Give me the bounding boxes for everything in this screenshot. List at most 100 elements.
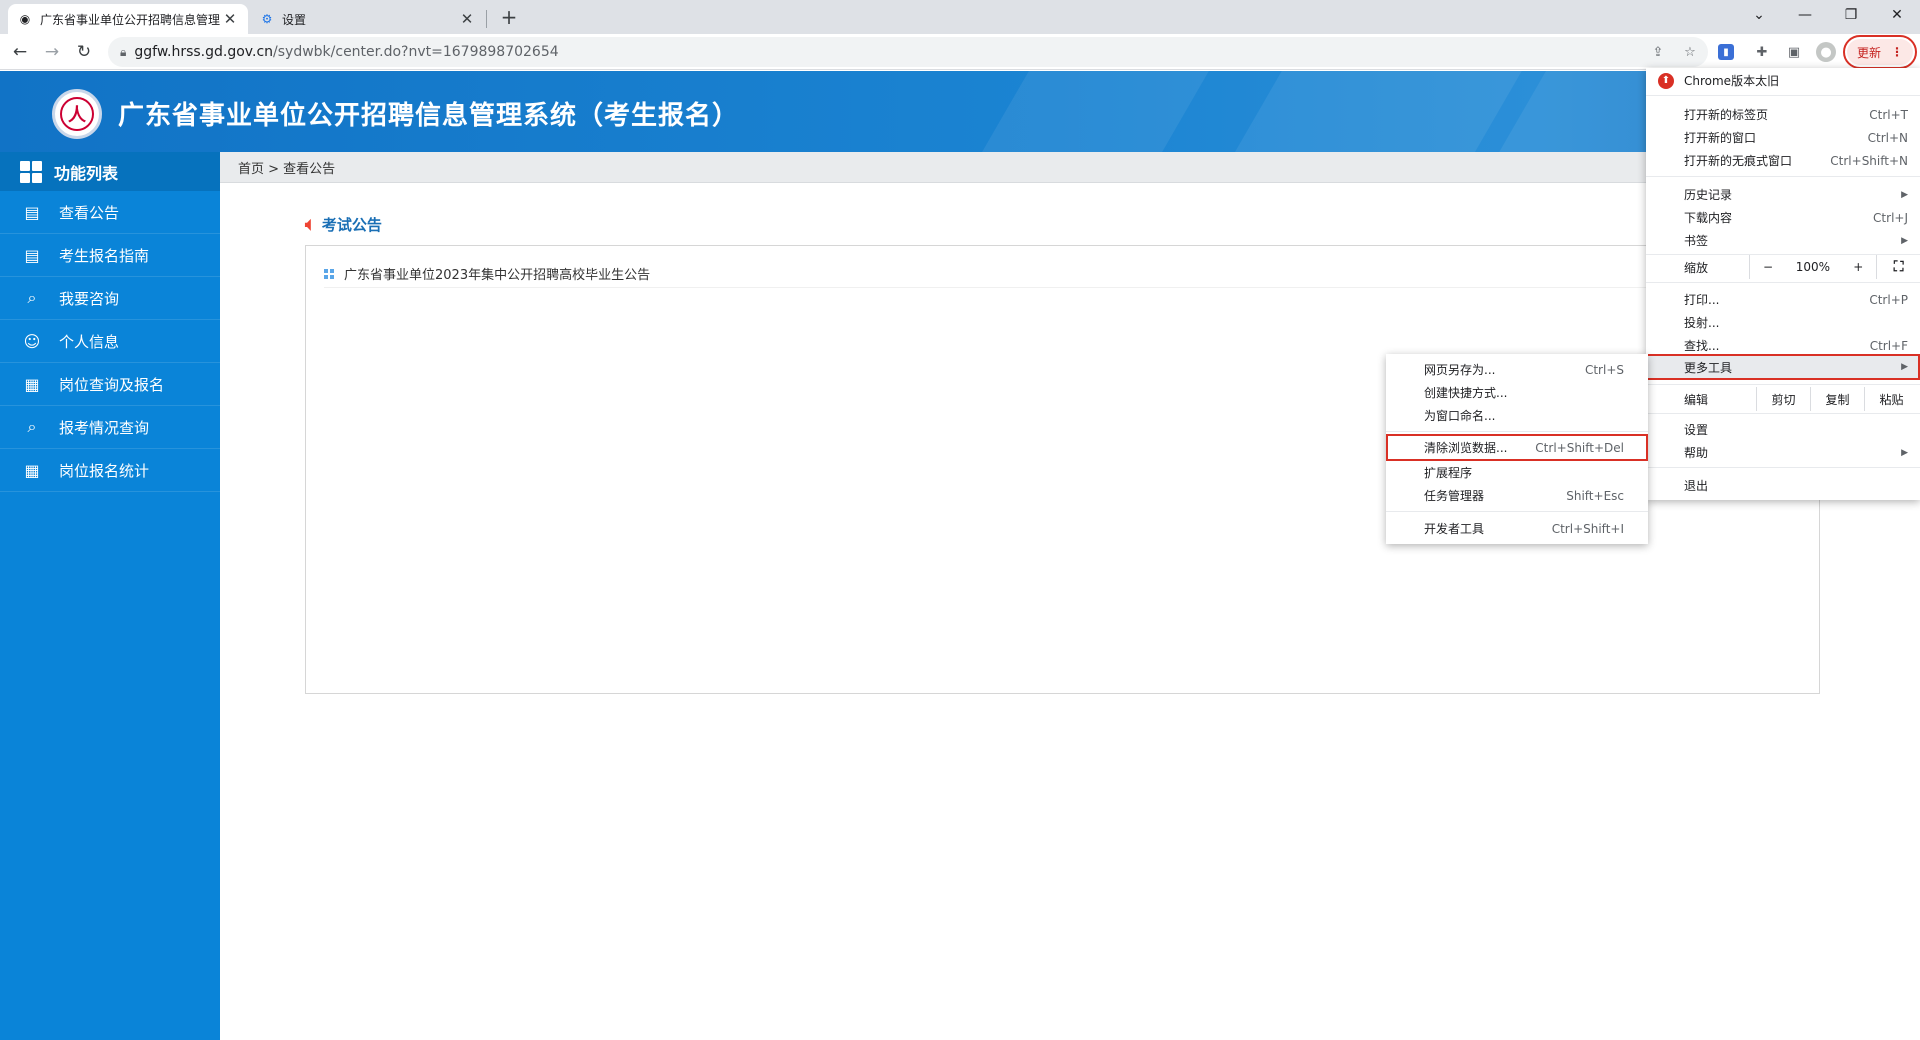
site-favicon-icon: ◉ [19, 12, 31, 26]
menu-label: 打开新的窗口 [1684, 131, 1757, 145]
menu-item-new-window[interactable]: 打开新的窗口 Ctrl+N [1646, 126, 1920, 149]
close-tab-icon[interactable]: ✕ [222, 10, 238, 28]
menu-label: 设置 [1684, 423, 1709, 437]
menu-item-incognito[interactable]: 打开新的无痕式窗口 Ctrl+Shift+N [1646, 149, 1920, 172]
share-icon[interactable]: ⇪ [1648, 42, 1668, 62]
sidebar-item-job-search[interactable]: ▦ 岗位查询及报名 [0, 363, 220, 406]
menu-item-more-tools[interactable]: 更多工具 ▶ [1646, 354, 1920, 380]
banner-decoration [1212, 71, 1528, 152]
menu-divider [1646, 413, 1920, 414]
menu-item-settings[interactable]: 设置 [1646, 418, 1920, 441]
menu-label: 网页另存为... [1424, 363, 1496, 377]
menu-item-task-manager[interactable]: 任务管理器 Shift+Esc [1386, 484, 1648, 507]
back-icon[interactable]: ← [6, 38, 34, 66]
document-icon: ▤ [24, 245, 40, 265]
extension-icon[interactable]: ▮ [1718, 44, 1734, 60]
forward-icon[interactable]: → [38, 38, 66, 66]
menu-divider [1386, 511, 1648, 512]
menu-dots-icon: ⋮ [1891, 45, 1903, 59]
menu-label: 打开新的标签页 [1684, 108, 1769, 122]
sidebar-item-label: 查看公告 [59, 203, 120, 222]
tab-search-icon[interactable]: ⌄ [1736, 0, 1782, 30]
menu-item-help[interactable]: 帮助 ▶ [1646, 441, 1920, 464]
tab-active[interactable]: ◉ 广东省事业单位公开招聘信息管理 ✕ [8, 4, 248, 34]
page-title: 广东省事业单位公开招聘信息管理系统（考生报名） [118, 101, 740, 131]
menu-item-exit[interactable]: 退出 [1646, 474, 1920, 497]
menu-label: 查找... [1684, 339, 1720, 353]
menu-item-print[interactable]: 打印... Ctrl+P [1646, 288, 1920, 311]
menu-label: 清除浏览数据... [1424, 441, 1508, 455]
close-tab-icon[interactable]: ✕ [459, 10, 475, 28]
emblem-icon: 人 [60, 97, 94, 131]
menu-shortcut: Ctrl+Shift+Del [1535, 440, 1624, 455]
menu-item-old-version[interactable]: ⬆ Chrome版本太旧 [1646, 69, 1920, 92]
sidebar-heading: 功能列表 [0, 152, 220, 191]
menu-item-bookmarks[interactable]: 书签 ▶ [1646, 229, 1920, 252]
menu-item-downloads[interactable]: 下载内容 Ctrl+J [1646, 206, 1920, 229]
sidebar-item-application-status[interactable]: ⌕ 报考情况查询 [0, 406, 220, 449]
profile-icon[interactable]: ● [1816, 42, 1836, 62]
update-button[interactable]: 更新 ⋮ [1843, 35, 1917, 69]
star-icon[interactable]: ☆ [1680, 42, 1700, 62]
site-banner: 人 广东省事业单位公开招聘信息管理系统（考生报名） [0, 71, 1920, 152]
notice-title[interactable]: 广东省事业单位2023年集中公开招聘高校毕业生公告 [344, 264, 650, 283]
browser-toolbar: ← → ↻ 🔒︎ ggfw.hrss.gd.gov.cn /sydwbk/cen… [0, 34, 1920, 70]
copy-button[interactable]: 复制 [1810, 387, 1864, 411]
menu-shortcut: Shift+Esc [1566, 488, 1624, 503]
zoom-out-button[interactable]: − [1749, 255, 1785, 279]
menu-label: 编辑 [1684, 392, 1709, 407]
menu-label: 更多工具 [1684, 360, 1733, 375]
submenu-arrow-icon: ▶ [1901, 189, 1908, 200]
new-tab-button[interactable]: + [498, 4, 520, 30]
sidebar-item-statistics[interactable]: ▦ 岗位报名统计 [0, 449, 220, 492]
minimize-button[interactable]: — [1782, 0, 1828, 30]
menu-item-cast[interactable]: 投射... [1646, 311, 1920, 334]
address-bar[interactable]: 🔒︎ ggfw.hrss.gd.gov.cn /sydwbk/center.do… [108, 37, 1708, 67]
menu-item-clear-browsing-data[interactable]: 清除浏览数据... Ctrl+Shift+Del [1386, 434, 1648, 461]
menu-shortcut: Ctrl+N [1867, 130, 1908, 145]
lock-icon[interactable]: 🔒︎ [120, 45, 126, 60]
sidebar-item-profile[interactable]: ☺ 个人信息 [0, 320, 220, 363]
menu-item-history[interactable]: 历史记录 ▶ [1646, 183, 1920, 206]
sidebar-item-view-notice[interactable]: ▤ 查看公告 [0, 191, 220, 234]
gear-icon: ⚙ [261, 12, 273, 26]
menu-shortcut: Ctrl+Shift+I [1551, 521, 1624, 536]
reload-icon[interactable]: ↻ [70, 38, 98, 66]
restore-button[interactable]: ❐ [1828, 0, 1874, 30]
sidebar-item-label: 我要咨询 [59, 289, 120, 308]
id-card-icon: ▦ [24, 460, 40, 480]
menu-item-new-tab[interactable]: 打开新的标签页 Ctrl+T [1646, 103, 1920, 126]
menu-item-dev-tools[interactable]: 开发者工具 Ctrl+Shift+I [1386, 517, 1648, 540]
menu-divider [1646, 95, 1920, 96]
menu-item-save-page[interactable]: 网页另存为... Ctrl+S [1386, 358, 1648, 381]
menu-label: 任务管理器 [1424, 489, 1485, 503]
url-path: /sydwbk/center.do?nvt=1679898702654 [273, 44, 559, 60]
cut-button[interactable]: 剪切 [1756, 387, 1810, 411]
menu-label: 开发者工具 [1424, 522, 1485, 536]
sidebar-item-guide[interactable]: ▤ 考生报名指南 [0, 234, 220, 277]
menu-label: 打开新的无痕式窗口 [1684, 154, 1793, 168]
zoom-in-button[interactable]: + [1840, 255, 1876, 279]
menu-label: 为窗口命名... [1424, 409, 1496, 423]
search-doc-icon: ⌕ [27, 288, 37, 307]
side-panel-icon[interactable]: ▣ [1784, 42, 1804, 62]
more-tools-submenu: 网页另存为... Ctrl+S 创建快捷方式... 为窗口命名... 清除浏览数… [1386, 354, 1648, 544]
close-window-button[interactable]: ✕ [1874, 0, 1920, 30]
submenu-arrow-icon: ▶ [1901, 362, 1908, 372]
sidebar-item-consult[interactable]: ⌕ 我要咨询 [0, 277, 220, 320]
menu-shortcut: Ctrl+J [1873, 210, 1908, 225]
paste-button[interactable]: 粘贴 [1864, 387, 1918, 411]
sidebar-heading-label: 功能列表 [54, 163, 119, 183]
tab-settings[interactable]: ⚙ 设置 ✕ [250, 4, 485, 34]
puzzle-icon[interactable]: ✚ [1752, 42, 1772, 62]
sidebar-item-label: 报考情况查询 [59, 418, 150, 437]
zoom-level: 100% [1795, 260, 1831, 274]
menu-item-create-shortcut[interactable]: 创建快捷方式... [1386, 381, 1648, 404]
list-item[interactable]: 广东省事业单位2023年集中公开招聘高校毕业生公告 [324, 260, 1794, 288]
site-logo: 人 [52, 89, 102, 139]
fullscreen-icon[interactable]: ⛶ [1876, 255, 1920, 279]
menu-item-extensions[interactable]: 扩展程序 [1386, 461, 1648, 484]
menu-shortcut: Ctrl+Shift+N [1830, 153, 1908, 168]
menu-item-name-window[interactable]: 为窗口命名... [1386, 404, 1648, 427]
menu-label: Chrome版本太旧 [1684, 74, 1780, 88]
